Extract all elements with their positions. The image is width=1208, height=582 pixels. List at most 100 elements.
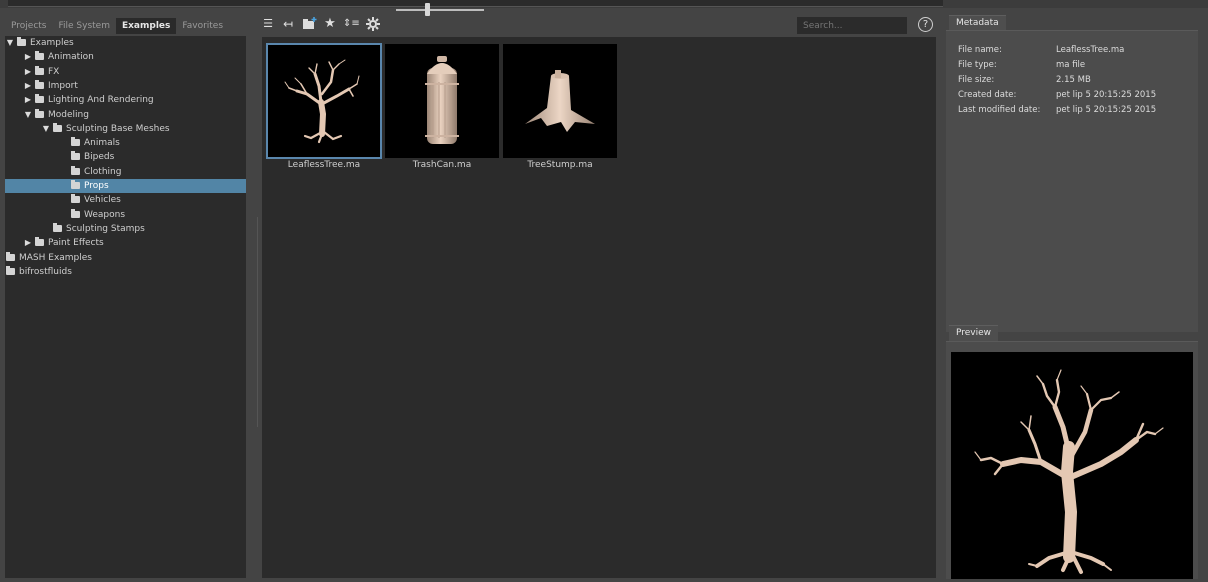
folder-icon xyxy=(35,51,44,61)
tree-item[interactable]: bifrostfluids xyxy=(5,265,246,279)
tree-item[interactable]: Clothing xyxy=(5,165,246,179)
metadata-value: ma file xyxy=(1056,60,1086,70)
expand-arrow-icon[interactable]: ▶ xyxy=(24,50,32,64)
tree-item-label: Animation xyxy=(48,52,94,63)
expand-arrow-icon[interactable]: ▶ xyxy=(24,65,32,79)
folder-icon xyxy=(71,208,80,218)
expand-arrow-icon[interactable]: ▶ xyxy=(24,79,32,93)
folder-icon xyxy=(53,122,62,132)
tree-item[interactable]: Props xyxy=(5,179,246,193)
folder-icon xyxy=(71,137,80,147)
tree-item[interactable]: ▼ Modeling xyxy=(5,108,246,122)
metadata-panel: File name: LeaflessTree.ma File type: ma… xyxy=(946,30,1198,332)
thumbnail-size-slider-handle[interactable] xyxy=(424,3,430,16)
tree-item-label: MASH Examples xyxy=(19,252,92,263)
folder-icon xyxy=(71,194,80,204)
tree-item-label: bifrostfluids xyxy=(19,266,72,277)
folder-icon xyxy=(35,237,44,247)
tree-item-label: Bipeds xyxy=(84,152,115,163)
left-splitter[interactable] xyxy=(248,17,258,578)
folder-icon xyxy=(71,165,80,175)
tree-item[interactable]: ▶ Animation xyxy=(5,50,246,64)
settings-gear-icon[interactable] xyxy=(365,16,380,32)
tree-item-label: Weapons xyxy=(84,209,126,220)
metadata-label: File name: xyxy=(958,45,1002,55)
metadata-label: Last modified date: xyxy=(958,105,1041,115)
folder-icon xyxy=(71,180,80,189)
folder-icon xyxy=(35,79,44,89)
new-folder-icon-svg xyxy=(303,17,317,29)
top-divider xyxy=(8,0,943,7)
new-folder-icon[interactable] xyxy=(302,16,317,32)
tab-examples[interactable]: Examples xyxy=(115,18,177,34)
preview-viewport[interactable] xyxy=(951,352,1193,579)
metadata-tab[interactable]: Metadata xyxy=(949,15,1006,31)
folder-icon xyxy=(6,265,15,275)
favorite-star-icon[interactable]: ★ xyxy=(323,16,337,32)
tree-item-label: Examples xyxy=(30,38,74,48)
tree-item[interactable]: ▶ FX xyxy=(5,65,246,79)
folder-icon xyxy=(35,65,44,75)
file-name-label: TrashCan.ma xyxy=(412,160,472,170)
tree-item[interactable]: MASH Examples xyxy=(5,251,246,265)
tab-favorites[interactable]: Favorites xyxy=(176,18,229,34)
tree-item-label: FX xyxy=(48,66,60,77)
tree-item[interactable]: ▶ Paint Effects xyxy=(5,236,246,250)
folder-tree: ▼ Examples ▶ Animation ▶ FX ▶ Import ▶ Lighting A… xyxy=(5,36,246,578)
collapse-arrow-icon[interactable]: ▼ xyxy=(24,108,32,122)
tab-projects[interactable]: Projects xyxy=(5,18,52,34)
metadata-label: File type: xyxy=(958,60,997,70)
left-panel: Projects File System Examples Favorites … xyxy=(5,17,248,578)
thumbnail-size-slider[interactable] xyxy=(396,9,484,11)
tree-item-label: Sculpting Base Meshes xyxy=(66,123,170,134)
help-icon[interactable]: ? xyxy=(918,17,933,32)
folder-icon xyxy=(53,222,62,232)
collapse-arrow-icon[interactable]: ▼ xyxy=(42,122,50,136)
right-panel: Metadata File name: LeaflessTree.ma File… xyxy=(945,13,1200,579)
tree-item[interactable]: ▶ Import xyxy=(5,79,246,93)
metadata-value: 2.15 MB xyxy=(1056,75,1091,85)
tree-item-label: Modeling xyxy=(48,109,89,120)
tree-item-label: Animals xyxy=(84,138,120,149)
back-icon[interactable]: ↤ xyxy=(281,16,295,32)
tree-item[interactable]: Weapons xyxy=(5,208,246,222)
metadata-label: Created date: xyxy=(958,90,1017,100)
tree-item[interactable]: ▼ Sculpting Base Meshes xyxy=(5,122,246,136)
tree-item[interactable]: ▼ Examples xyxy=(5,36,246,50)
tree-item-label: Clothing xyxy=(84,166,122,177)
collapse-arrow-icon[interactable]: ▼ xyxy=(6,36,14,50)
file-name-label: LeaflessTree.ma xyxy=(287,160,361,170)
leafless-tree-preview-icon xyxy=(974,369,1164,574)
tree-item-label: Lighting And Rendering xyxy=(48,95,154,106)
trash-can-icon xyxy=(425,56,459,144)
tab-file-system[interactable]: File System xyxy=(52,18,115,34)
tree-item-label: Sculpting Stamps xyxy=(66,223,145,234)
tree-item[interactable]: Vehicles xyxy=(5,193,246,207)
file-name-label: TreeStump.ma xyxy=(527,160,593,170)
file-thumbnail-treestump[interactable] xyxy=(503,44,617,158)
folder-icon xyxy=(71,151,80,161)
gear-svg xyxy=(366,17,380,31)
tree-item[interactable]: Bipeds xyxy=(5,150,246,164)
tree-stump-icon xyxy=(525,70,595,132)
list-view-icon[interactable]: ☰ xyxy=(261,16,275,32)
preview-tab[interactable]: Preview xyxy=(949,325,999,341)
expand-arrow-icon[interactable]: ▶ xyxy=(24,93,32,107)
top-strip xyxy=(0,0,1208,8)
search-input[interactable] xyxy=(797,17,907,34)
file-thumbnail-trashcan[interactable] xyxy=(385,44,499,158)
tree-item[interactable]: Sculpting Stamps xyxy=(5,222,246,236)
sort-icon[interactable]: ⇕≡ xyxy=(343,16,360,32)
tree-item-label: Import xyxy=(48,80,78,91)
file-thumbnail-leaflesstree[interactable] xyxy=(266,43,382,159)
expand-arrow-icon[interactable]: ▶ xyxy=(24,236,32,250)
metadata-value: LeaflessTree.ma xyxy=(1056,45,1125,55)
tree-item[interactable]: ▶ Lighting And Rendering xyxy=(5,93,246,107)
file-view: LeaflessTree.ma TrashCan.ma TreeStump.ma xyxy=(262,37,936,578)
leafless-tree-icon xyxy=(284,59,360,144)
tree-item-label: Paint Effects xyxy=(48,238,104,249)
folder-icon xyxy=(35,108,44,118)
right-splitter[interactable] xyxy=(937,10,945,578)
tree-item[interactable]: Animals xyxy=(5,136,246,150)
browser-tabs: Projects File System Examples Favorites xyxy=(5,17,248,35)
